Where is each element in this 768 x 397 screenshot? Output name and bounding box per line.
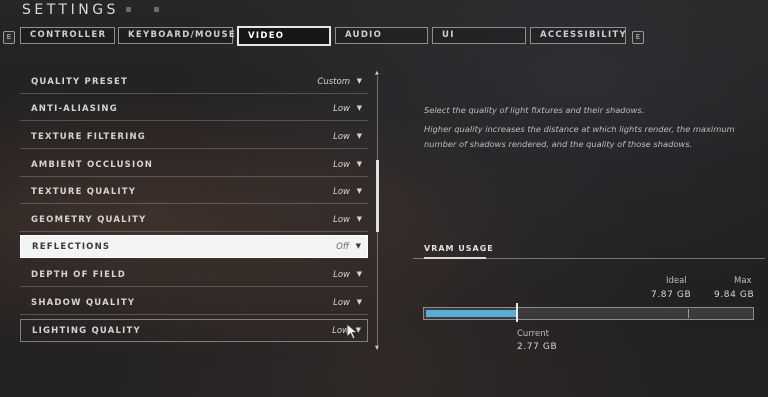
setting-row-depth-of-field[interactable]: DEPTH OF FIELD Low ▼ (20, 264, 368, 287)
tab-accessibility[interactable]: ACCESSIBILITY (530, 27, 626, 44)
vram-max-value: 9.84 GB (714, 290, 755, 300)
tab-keyboard-mouse[interactable]: KEYBOARD/MOUSE (118, 27, 235, 44)
right-bumper-key-icon[interactable]: E (632, 31, 644, 44)
vram-heading-underline (424, 257, 486, 259)
setting-value: Low (333, 160, 350, 170)
vram-ideal-marker (688, 309, 689, 318)
setting-value: Low (333, 270, 350, 280)
mouse-cursor-icon (346, 323, 359, 340)
setting-row-shadow-quality[interactable]: SHADOW QUALITY Low ▼ (20, 292, 368, 315)
vram-current-label: Current (517, 329, 549, 339)
header-dot-decoration (126, 7, 131, 12)
setting-label: DEPTH OF FIELD (31, 270, 127, 280)
dropdown-arrow-icon: ▼ (356, 215, 362, 223)
vram-usage-bar (423, 307, 754, 320)
setting-label: QUALITY PRESET (31, 77, 129, 87)
vram-max-label: Max (734, 276, 752, 286)
setting-row-quality-preset[interactable]: QUALITY PRESET Custom ▼ (20, 71, 368, 94)
setting-value: Low (333, 187, 350, 197)
description-line: number of shadows rendered, and the qual… (424, 139, 693, 149)
dropdown-arrow-icon: ▼ (356, 132, 362, 140)
setting-label: TEXTURE FILTERING (31, 132, 146, 142)
setting-value: Low (333, 132, 350, 142)
vram-current-fill (426, 310, 517, 317)
description-line: Higher quality increases the distance at… (424, 124, 735, 134)
setting-row-texture-filtering[interactable]: TEXTURE FILTERING Low ▼ (20, 126, 368, 149)
vram-current-marker (516, 303, 518, 322)
dropdown-arrow-icon: ▼ (356, 187, 362, 195)
dropdown-arrow-icon: ▼ (355, 242, 361, 250)
left-bumper-key-icon[interactable]: E (3, 31, 15, 44)
setting-row-reflections[interactable]: REFLECTIONS Off ▼ (20, 235, 368, 258)
setting-label: AMBIENT OCCLUSION (31, 160, 154, 170)
setting-row-anti-aliasing[interactable]: ANTI-ALIASING Low ▼ (20, 98, 368, 121)
tab-ui[interactable]: UI (432, 27, 526, 44)
vram-ideal-value: 7.87 GB (651, 290, 692, 300)
setting-value: Custom (317, 77, 350, 87)
vram-ideal-label: Ideal (666, 276, 687, 286)
scroll-down-arrow-icon[interactable]: ▼ (375, 345, 379, 351)
scrollbar-thumb[interactable] (376, 160, 379, 232)
setting-row-geometry-quality[interactable]: GEOMETRY QUALITY Low ▼ (20, 209, 368, 232)
dropdown-arrow-icon: ▼ (356, 77, 362, 85)
setting-row-lighting-quality[interactable]: LIGHTING QUALITY Low ▼ (20, 319, 368, 342)
vram-current-value: 2.77 GB (517, 342, 558, 352)
description-line: Select the quality of light fixtures and… (424, 105, 645, 115)
tab-controller[interactable]: CONTROLLER (20, 27, 115, 44)
vram-usage-heading: VRAM USAGE (424, 244, 494, 253)
dropdown-arrow-icon: ▼ (356, 104, 362, 112)
setting-row-texture-quality[interactable]: TEXTURE QUALITY Low ▼ (20, 181, 368, 204)
setting-label: ANTI-ALIASING (31, 104, 118, 114)
setting-value: Low (333, 215, 350, 225)
setting-row-ambient-occlusion[interactable]: AMBIENT OCCLUSION Low ▼ (20, 154, 368, 177)
setting-label: TEXTURE QUALITY (31, 187, 137, 197)
dropdown-arrow-icon: ▼ (356, 270, 362, 278)
setting-label: SHADOW QUALITY (31, 298, 136, 308)
setting-label: LIGHTING QUALITY (32, 326, 141, 336)
tab-audio[interactable]: AUDIO (335, 27, 428, 44)
dropdown-arrow-icon: ▼ (356, 160, 362, 168)
setting-label: GEOMETRY QUALITY (31, 215, 147, 225)
setting-label: REFLECTIONS (32, 242, 111, 252)
header-dot-decoration (154, 7, 159, 12)
setting-value: Low (333, 104, 350, 114)
dropdown-arrow-icon: ▼ (356, 298, 362, 306)
page-title: SETTINGS (22, 2, 119, 18)
setting-value: Low (333, 298, 350, 308)
tab-video[interactable]: VIDEO (237, 26, 331, 46)
setting-value: Off (336, 242, 349, 252)
